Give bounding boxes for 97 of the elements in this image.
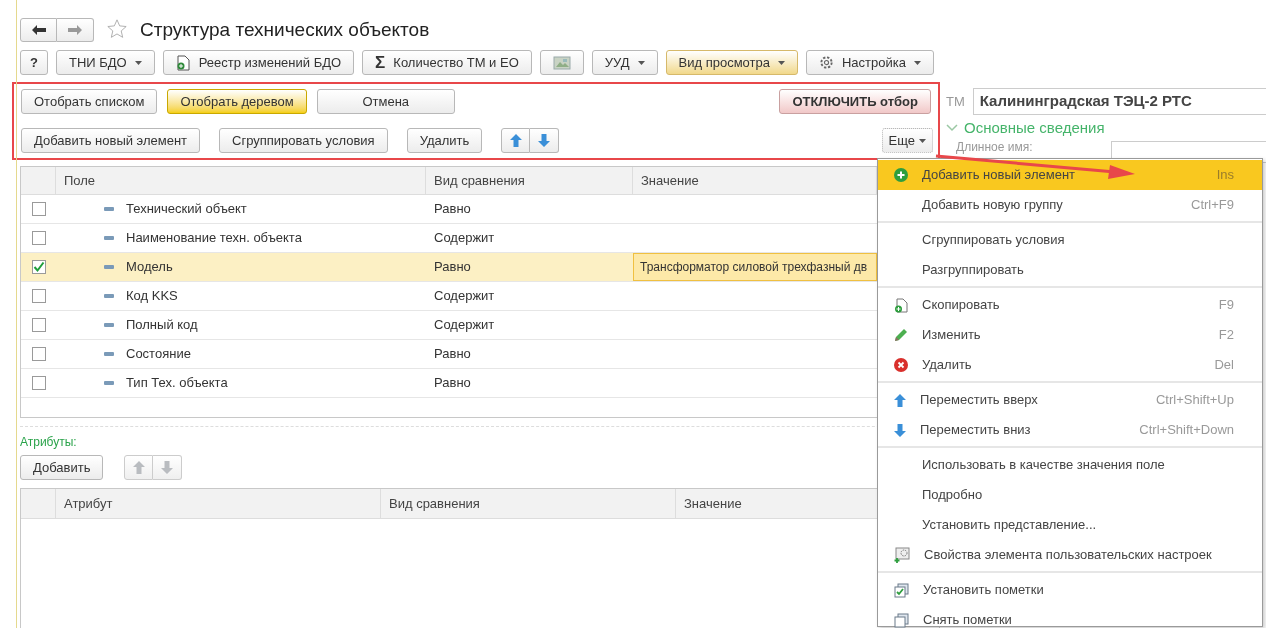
toolbar-button[interactable]: Вид просмотра (665, 50, 798, 75)
toolbar-button[interactable]: ? (20, 50, 48, 75)
menu-item[interactable]: Свойства элемента пользовательских настроек (878, 540, 1262, 570)
table-cell-text: Равно (434, 200, 471, 219)
more-button[interactable]: Еще (881, 128, 933, 153)
toolbar-button[interactable]: Реестр изменений БДО (162, 50, 355, 75)
add-button[interactable]: Добавить (20, 455, 104, 480)
down-arrow-icon (538, 134, 551, 147)
forward-arrow-icon (68, 25, 82, 35)
document-icon (175, 54, 191, 71)
table-cell-text: Тип Тех. объекта (126, 374, 228, 393)
column-header[interactable]: Вид сравнения (426, 167, 633, 194)
caret-icon (637, 60, 645, 65)
pencil-icon (894, 328, 908, 342)
dash-icon (104, 207, 114, 211)
dash-icon (104, 265, 114, 269)
menu-item[interactable]: Изменить F2 (878, 320, 1262, 350)
table-cell-text: Содержит (434, 287, 495, 306)
back-button[interactable] (20, 18, 57, 42)
caret-icon (913, 60, 921, 65)
view-mode-button[interactable]: Отобрать списком (21, 89, 158, 114)
map-button[interactable] (539, 50, 584, 75)
table-cell-text: Модель (126, 258, 173, 277)
checkbox[interactable] (31, 289, 46, 303)
dash-icon (104, 352, 114, 356)
checkbox[interactable] (31, 231, 46, 245)
menu-item[interactable]: Переместить вверх Ctrl+Shift+Up (878, 385, 1262, 415)
up-arrow-icon (509, 134, 522, 147)
dash-icon (104, 323, 114, 327)
table-cell-text: Равно (434, 374, 471, 393)
toolbar-button[interactable]: УУД (591, 50, 658, 75)
settings-icon (894, 547, 910, 563)
table-cell-text: Содержит (434, 229, 495, 248)
object-field[interactable]: Калининградская ТЭЦ-2 РТС (972, 88, 1266, 115)
dash-icon (104, 236, 114, 240)
window-title: Структура технических объектов (140, 18, 430, 42)
field-label: ТМ (946, 92, 965, 111)
checked-list-icon (894, 582, 909, 598)
table-cell-text: Код KKS (126, 287, 178, 306)
toolbar-button[interactable]: ТНИ БДО (55, 50, 155, 75)
table-row[interactable]: Код KKS Содержит (21, 282, 877, 311)
table-cell-text: Равно (434, 258, 471, 277)
menu-item[interactable]: Удалить Del (878, 350, 1262, 380)
back-arrow-icon (31, 25, 46, 35)
down-arrow-icon (894, 423, 906, 437)
column-header[interactable]: Атрибут (56, 489, 381, 518)
menu-item[interactable]: Добавить новую группу Ctrl+F9 (878, 190, 1262, 220)
dash-icon (104, 381, 114, 385)
up-arrow-icon (894, 393, 906, 407)
view-mode-button[interactable]: Отобрать деревом (167, 89, 307, 114)
caret-icon (777, 60, 785, 65)
table-cell-text: Равно (434, 345, 471, 364)
column-header[interactable]: Поле (56, 167, 426, 194)
delete-icon (894, 358, 908, 372)
action-button[interactable]: Удалить (406, 128, 483, 153)
menu-item[interactable]: Установить пометки (878, 575, 1262, 605)
checkbox[interactable] (31, 260, 46, 274)
down-arrow-icon (161, 461, 174, 474)
table-cell-text: Наименование техн. объекта (126, 229, 302, 248)
add-icon (894, 168, 908, 182)
table-row[interactable]: Модель Равно Трансформатор силовой трехфазный дв (21, 253, 877, 282)
action-button[interactable]: Сгруппировать условия (219, 128, 388, 153)
view-mode-button[interactable]: Отмена (316, 89, 455, 114)
checkbox[interactable] (31, 202, 46, 216)
move-down-button[interactable] (530, 128, 560, 153)
map-icon (552, 54, 571, 71)
field-label: Длинное имя: (956, 140, 1034, 154)
caret-icon (134, 60, 142, 65)
table-cell-text: Состояние (126, 345, 191, 364)
menu-item[interactable]: Переместить вниз Ctrl+Shift+Down (878, 415, 1262, 445)
menu-item[interactable]: Разгруппировать (878, 255, 1262, 285)
table-cell-text: Технический объект (126, 200, 247, 219)
column-header[interactable]: Вид сравнения (381, 489, 676, 518)
disable-filter-button[interactable]: ОТКЛЮЧИТЬ отбор (779, 89, 931, 114)
toolbar-button[interactable]: Σ Количество ТМ и ЕО (362, 50, 532, 75)
table-cell-text: Полный код (126, 316, 198, 335)
checkbox[interactable] (31, 347, 46, 361)
up-arrow-icon (132, 461, 145, 474)
menu-item[interactable]: Использовать в качестве значения поле (878, 450, 1262, 480)
menu-item[interactable]: Сгруппировать условия (878, 225, 1262, 255)
action-button[interactable]: Добавить новый элемент (21, 128, 201, 153)
toolbar-button[interactable]: Настройка (805, 50, 934, 75)
section-label: Атрибуты: (20, 434, 78, 451)
sigma-icon: Σ (375, 54, 386, 71)
table-cell-text: Содержит (434, 316, 495, 335)
settings-icon (818, 55, 834, 70)
dash-icon (104, 294, 114, 298)
chevron-icon[interactable] (946, 124, 958, 133)
caret-icon (919, 138, 926, 143)
checkbox[interactable] (31, 376, 46, 390)
star-icon[interactable] (106, 18, 128, 40)
menu-item[interactable]: Снять пометки (878, 605, 1262, 628)
checkbox[interactable] (31, 318, 46, 332)
move-up-button[interactable] (501, 128, 531, 153)
menu-item[interactable]: Добавить новый элемент Ins (878, 160, 1262, 190)
menu-item[interactable]: Скопировать F9 (878, 290, 1262, 320)
copy-icon (894, 297, 908, 313)
